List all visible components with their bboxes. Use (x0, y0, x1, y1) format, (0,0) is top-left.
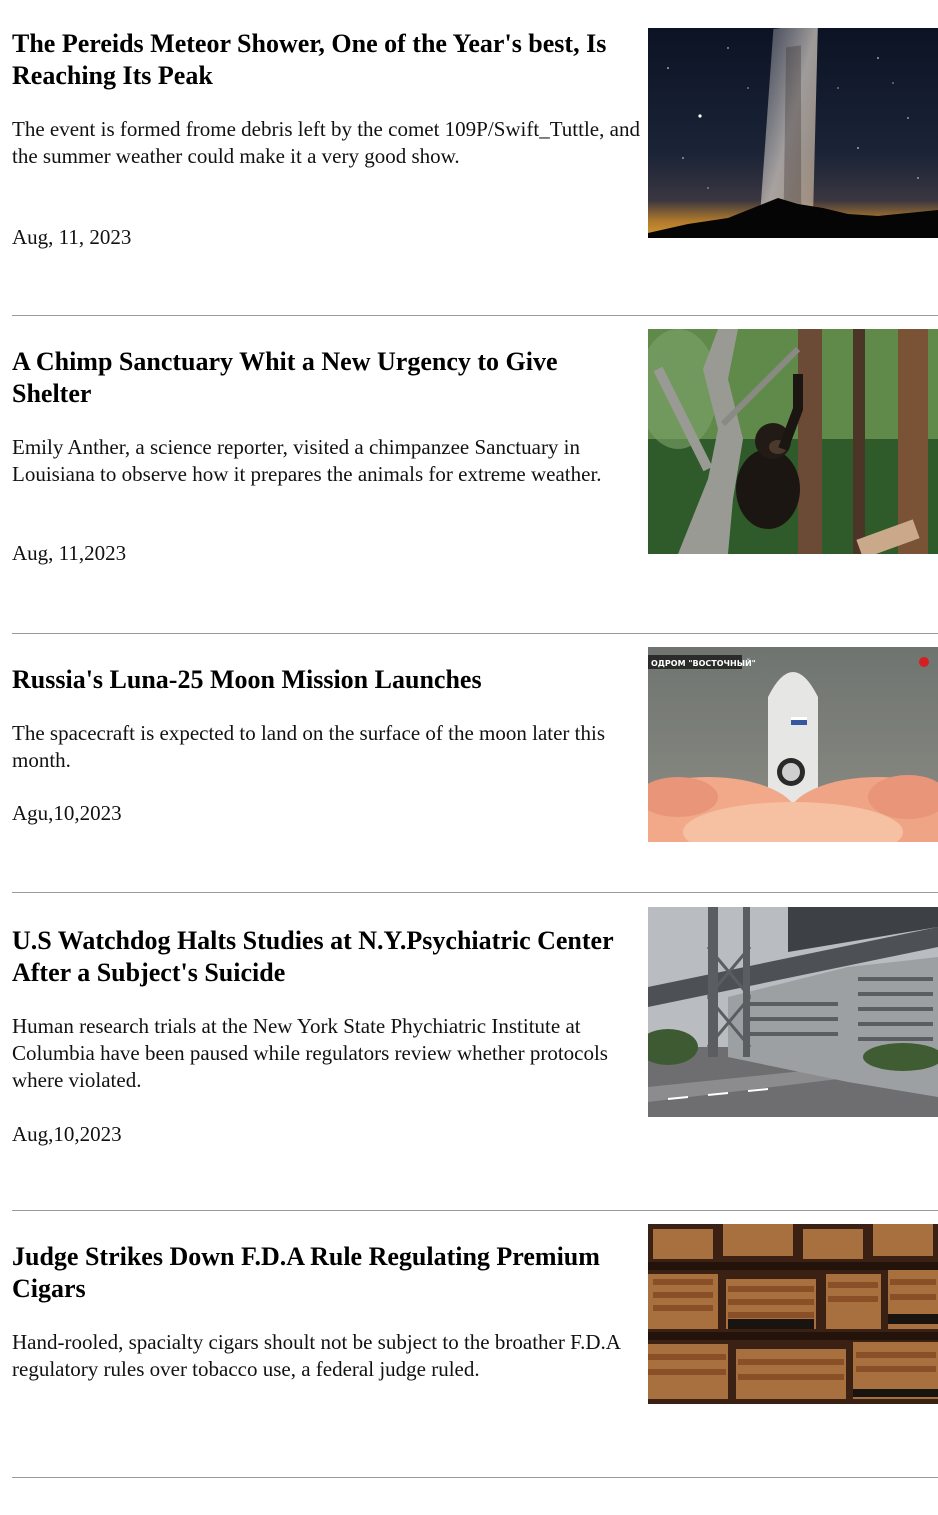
article-title[interactable]: Judge Strikes Down F.D.A Rule Regulating… (12, 1241, 642, 1305)
article-title[interactable]: Russia's Luna-25 Moon Mission Launches (12, 664, 642, 696)
article-date: Aug,10,2023 (12, 1122, 122, 1146)
article-date: Aug, 11, 2023 (12, 225, 132, 249)
chimpanzee-image[interactable] (648, 329, 938, 554)
article-text: Russia's Luna-25 Moon Mission Launches T… (12, 664, 642, 774)
rocket-launch-image[interactable]: ОДРОМ "ВОСТОЧНЫЙ" (648, 647, 938, 842)
cigar-display-image[interactable] (648, 1224, 938, 1404)
article-title[interactable]: U.S Watchdog Halts Studies at N.Y.Psychi… (12, 925, 642, 989)
article-date: Aug, 11,2023 (12, 541, 127, 565)
article-card[interactable]: Russia's Luna-25 Moon Mission Launches T… (12, 634, 938, 893)
article-title[interactable]: The Pereids Meteor Shower, One of the Ye… (12, 28, 642, 92)
article-title[interactable]: A Chimp Sanctuary Whit a New Urgency to … (12, 346, 642, 410)
article-card[interactable]: Judge Strikes Down F.D.A Rule Regulating… (12, 1211, 938, 1478)
article-feed: The Pereids Meteor Shower, One of the Ye… (12, 0, 938, 1478)
article-card[interactable]: The Pereids Meteor Shower, One of the Ye… (12, 0, 938, 316)
article-summary: Human research trials at the New York St… (12, 1014, 608, 1092)
broadcast-caption: ОДРОМ "ВОСТОЧНЫЙ" (651, 657, 756, 668)
article-card[interactable]: U.S Watchdog Halts Studies at N.Y.Psychi… (12, 893, 938, 1211)
institute-building-image[interactable] (648, 907, 938, 1117)
article-summary: The spacecraft is expected to land on th… (12, 721, 606, 772)
article-date: Agu,10,2023 (12, 801, 122, 825)
article-text: Judge Strikes Down F.D.A Rule Regulating… (12, 1241, 642, 1383)
milky-way-image[interactable] (648, 28, 938, 238)
article-text: The Pereids Meteor Shower, One of the Ye… (12, 28, 642, 170)
article-text: U.S Watchdog Halts Studies at N.Y.Psychi… (12, 925, 642, 1094)
article-summary: Emily Anther, a science reporter, visite… (12, 435, 602, 486)
article-text: A Chimp Sanctuary Whit a New Urgency to … (12, 346, 642, 488)
article-card[interactable]: A Chimp Sanctuary Whit a New Urgency to … (12, 316, 938, 634)
article-summary: The event is formed frome debris left by… (12, 117, 640, 168)
article-summary: Hand-rooled, spacialty cigars shoult not… (12, 1330, 620, 1381)
